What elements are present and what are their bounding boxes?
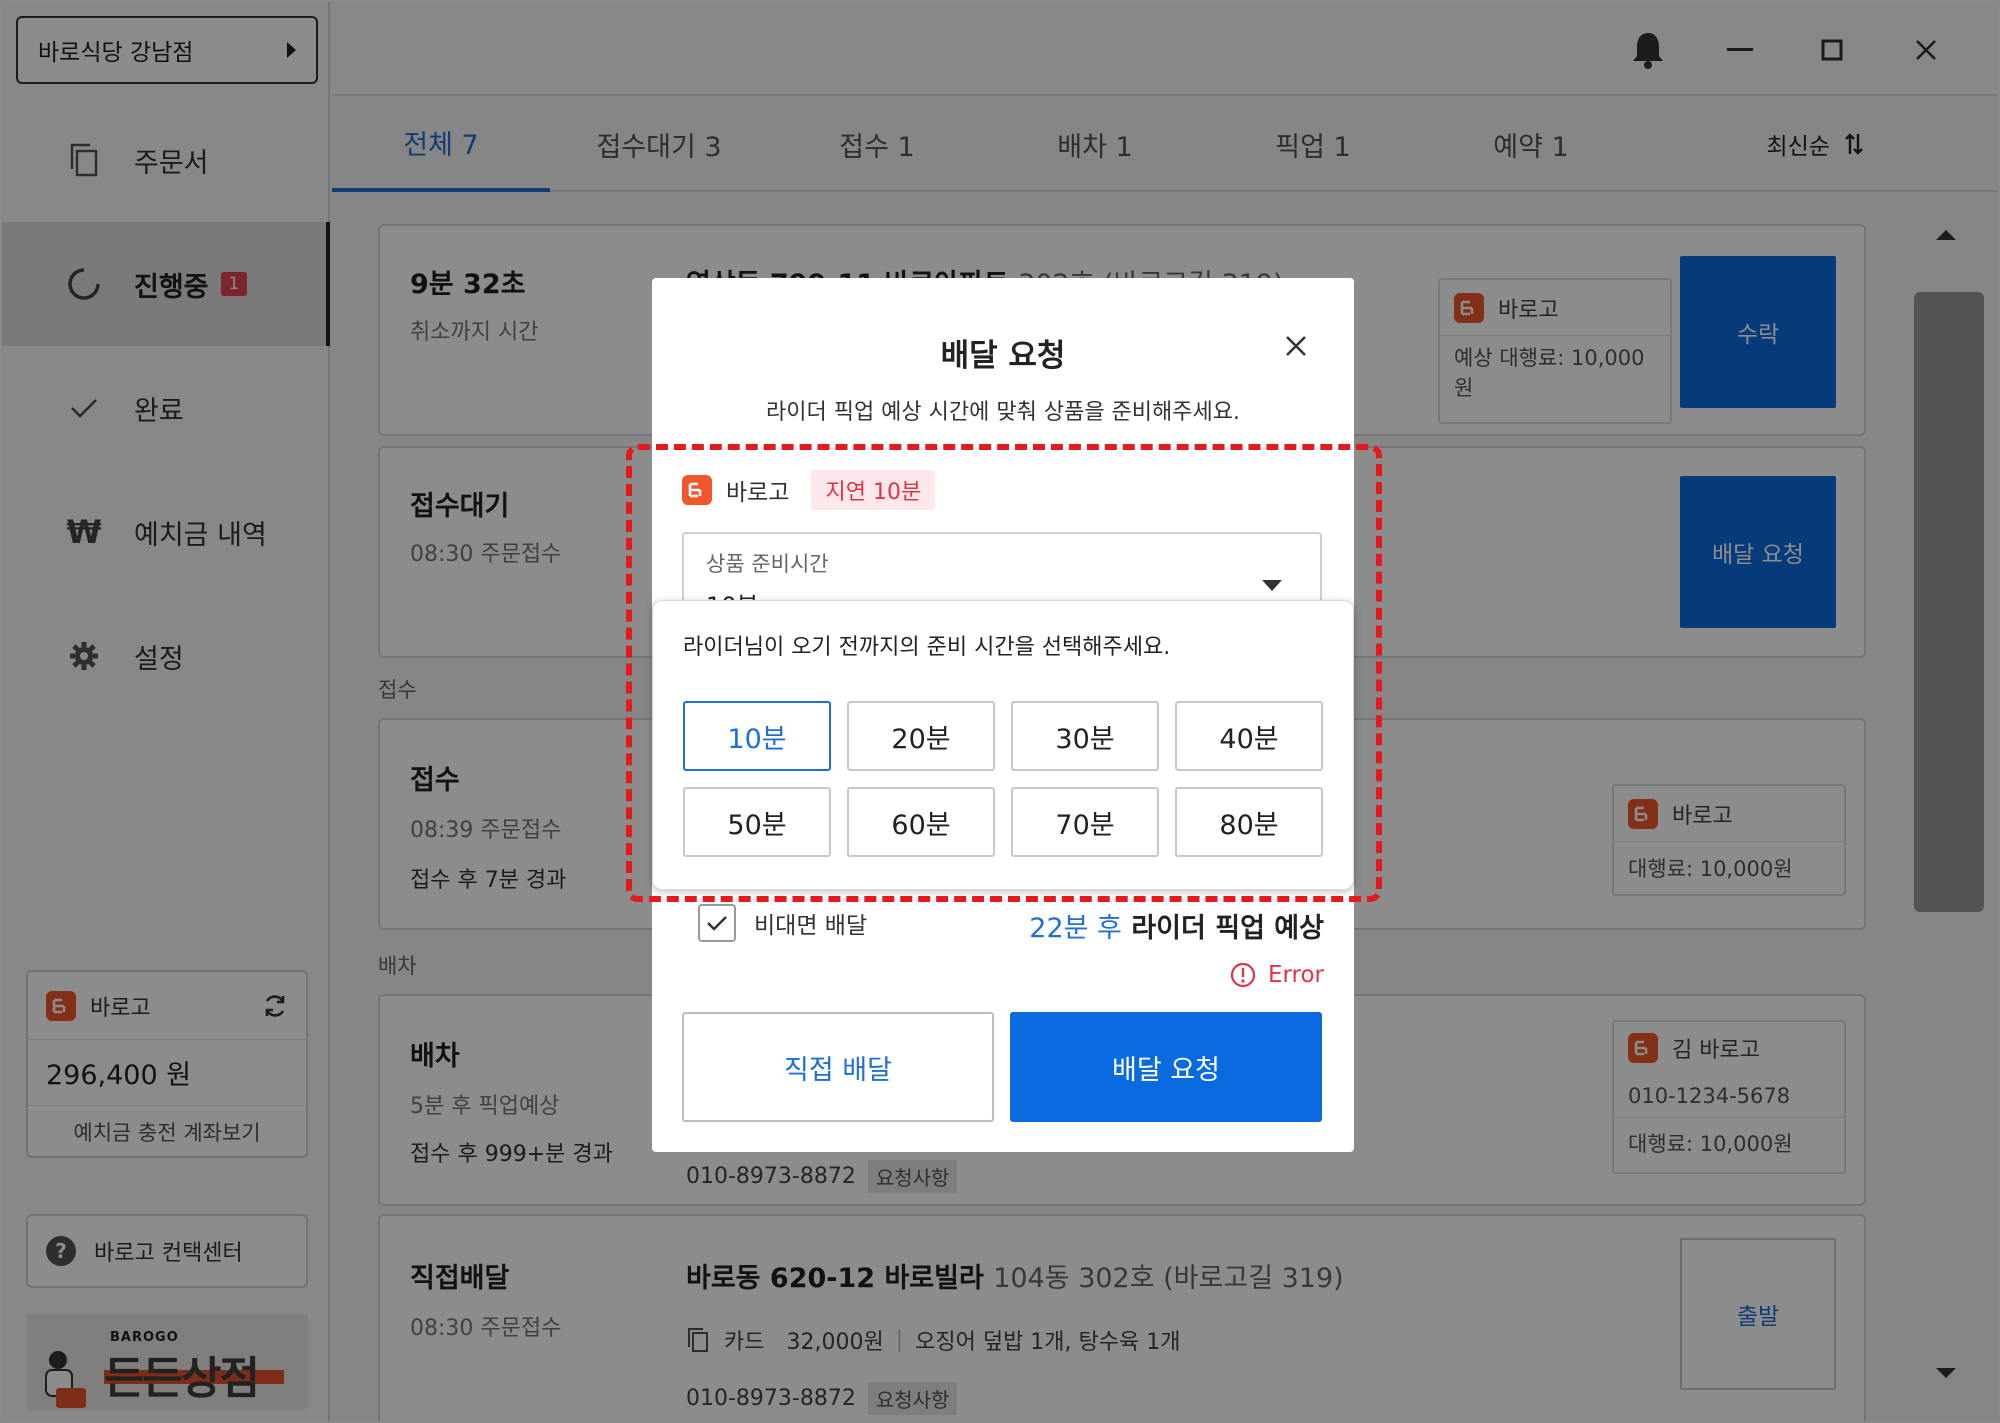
- pickup-suffix: 라이더 픽업 예상: [1131, 913, 1324, 944]
- error-text: Error: [1267, 962, 1324, 988]
- error-message: Error: [1230, 962, 1324, 988]
- request-delivery-submit-button[interactable]: 배달 요청: [1010, 1012, 1322, 1122]
- highlight-annotation: [626, 444, 1382, 902]
- contactless-label: 비대면 배달: [754, 913, 868, 939]
- contactless-option[interactable]: 비대면 배달: [698, 904, 867, 942]
- modal-title: 배달 요청: [940, 338, 1066, 374]
- close-icon[interactable]: [1272, 322, 1320, 370]
- pickup-time: 22분 후: [1029, 913, 1122, 944]
- modal-description: 라이더 픽업 예상 시간에 맞춰 상품을 준비해주세요.: [766, 400, 1240, 425]
- contactless-checkbox[interactable]: [698, 904, 736, 942]
- app-window: 바로식당 강남점 주문서 진행중 1 완료 ₩ 예치금 내역 설정 바로고 29…: [0, 0, 2000, 1423]
- self-delivery-button[interactable]: 직접 배달: [682, 1012, 994, 1122]
- pickup-estimate: 22분 후 라이더 픽업 예상: [1029, 906, 1324, 945]
- alert-circle-icon: [1230, 962, 1256, 988]
